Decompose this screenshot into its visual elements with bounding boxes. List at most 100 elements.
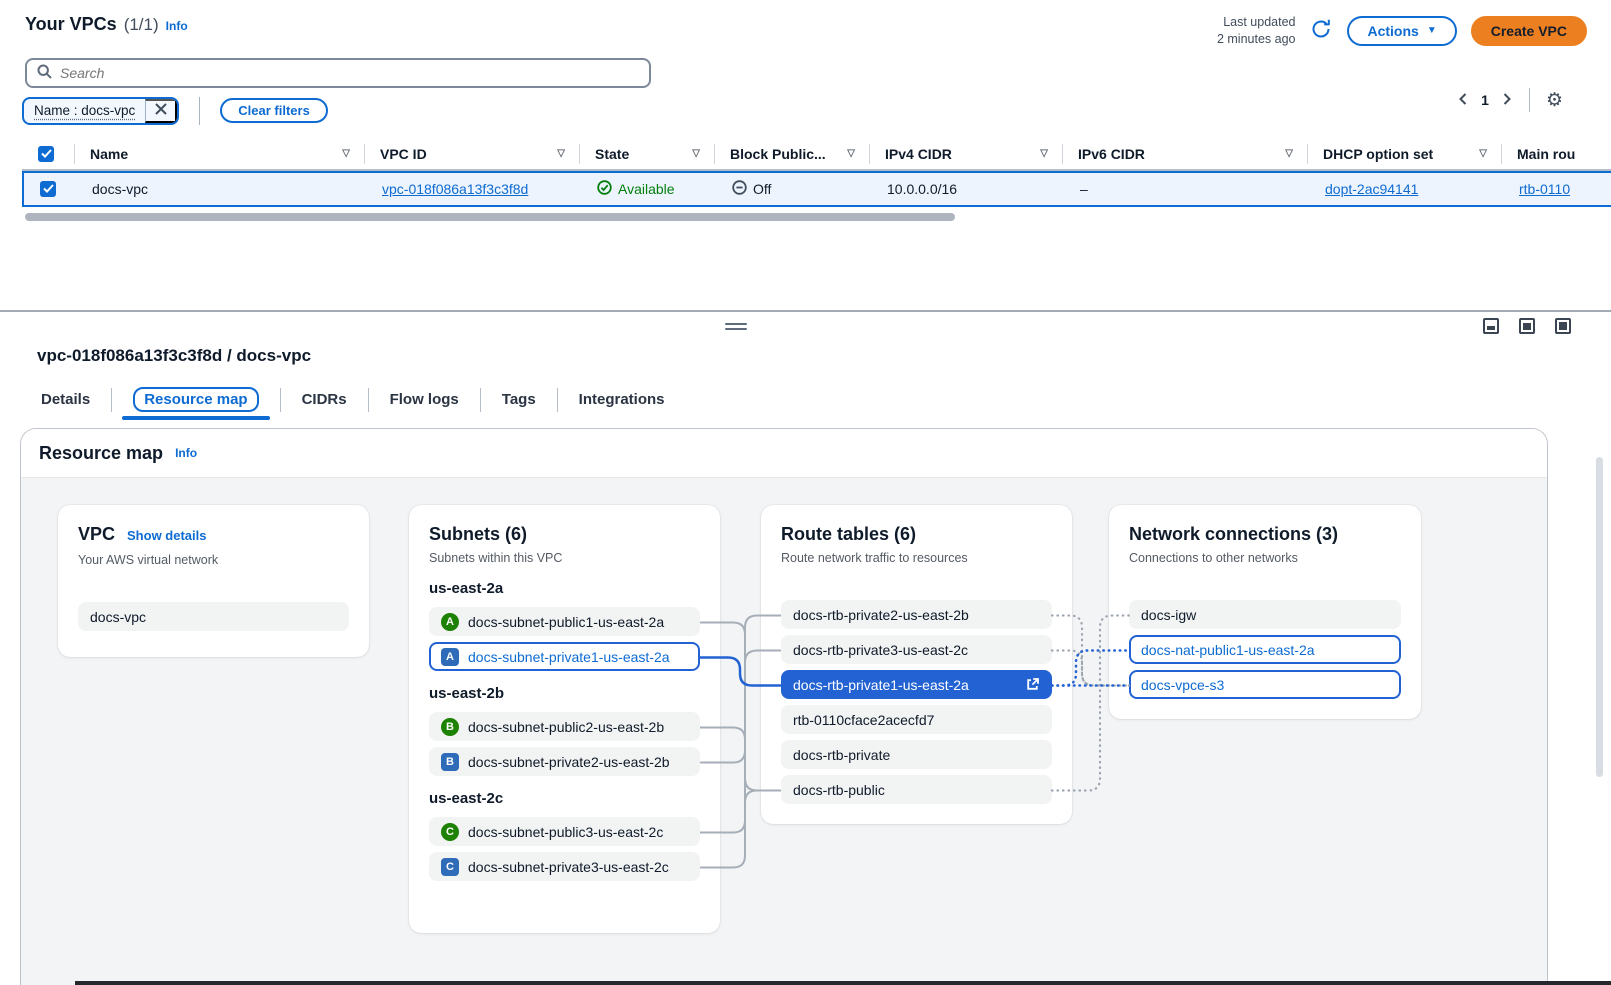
row-checkbox-cell[interactable]: [24, 173, 76, 205]
row-checkbox[interactable]: [40, 181, 56, 197]
subnet-item[interactable]: C docs-subnet-private3-us-east-2c: [429, 852, 700, 881]
tab-bar: Details Resource map CIDRs Flow logs Tag…: [37, 388, 1611, 420]
panel-fullscreen-icon[interactable]: [1555, 318, 1571, 334]
refresh-button[interactable]: [1309, 17, 1333, 44]
clear-filters-button[interactable]: Clear filters: [220, 98, 328, 123]
dhcp-option-set-link[interactable]: dopt-2ac94141: [1325, 181, 1418, 197]
route-table-item[interactable]: docs-rtb-public: [781, 775, 1052, 804]
info-link[interactable]: Info: [166, 19, 188, 33]
route-tables-card-subtitle: Route network traffic to resources: [781, 551, 1052, 566]
az-badge: C: [441, 823, 459, 841]
resource-count: (1/1): [124, 15, 159, 35]
az-badge: C: [441, 858, 459, 876]
table-row[interactable]: docs-vpc vpc-018f086a13f3c3f8d Available…: [22, 171, 1611, 207]
cell-ipv6-cidr: –: [1064, 173, 1309, 205]
search-input[interactable]: [60, 65, 639, 81]
toolbar-divider: [199, 97, 200, 125]
subnet-item[interactable]: B docs-subnet-public2-us-east-2b: [429, 712, 700, 741]
select-all-checkbox-cell[interactable]: [22, 139, 74, 169]
column-header-name[interactable]: Name▽: [74, 139, 364, 169]
az-heading: us-east-2c: [429, 790, 700, 807]
tab-cidrs[interactable]: CIDRs: [298, 391, 351, 420]
list-header: Your VPCs (1/1) Info Last updated 2 minu…: [0, 0, 1611, 48]
column-header-dhcp[interactable]: DHCP option set▽: [1307, 139, 1501, 169]
resource-map-card: Resource map Info VPC Show details Your …: [20, 428, 1548, 985]
vpc-table: Name▽ VPC ID▽ State▽ Block Public...▽ IP…: [22, 139, 1611, 207]
sort-icon: ▽: [342, 148, 350, 159]
column-header-block-public[interactable]: Block Public...▽: [714, 139, 869, 169]
route-table-item[interactable]: docs-rtb-private3-us-east-2c: [781, 635, 1052, 664]
remove-filter-button[interactable]: [145, 99, 177, 123]
route-table-item-selected[interactable]: docs-rtb-private1-us-east-2a: [781, 670, 1052, 699]
route-table-item[interactable]: docs-rtb-private: [781, 740, 1052, 769]
vpc-id-link[interactable]: vpc-018f086a13f3c3f8d: [382, 181, 528, 197]
tab-flow-logs[interactable]: Flow logs: [386, 391, 463, 420]
chevron-right-icon: [1501, 92, 1513, 109]
column-header-main-route[interactable]: Main rou: [1501, 139, 1611, 169]
az-badge: B: [441, 718, 459, 736]
network-item-linked[interactable]: docs-vpce-s3: [1129, 670, 1401, 699]
tab-details[interactable]: Details: [37, 391, 94, 420]
sort-icon: ▽: [1479, 148, 1487, 159]
route-tables-card-title: Route tables (6): [781, 523, 916, 545]
subnet-item-selected[interactable]: A docs-subnet-private1-us-east-2a: [429, 642, 700, 671]
external-link-icon[interactable]: [1025, 677, 1040, 692]
next-page-button[interactable]: [1501, 92, 1513, 109]
panel-vertical-scrollbar[interactable]: [1596, 457, 1603, 777]
previous-page-button[interactable]: [1457, 92, 1469, 109]
route-table-item[interactable]: docs-rtb-private2-us-east-2b: [781, 600, 1052, 629]
az-badge: A: [441, 648, 459, 666]
block-off-icon: [732, 180, 747, 198]
subnet-item[interactable]: C docs-subnet-public3-us-east-2c: [429, 817, 700, 846]
table-header-row: Name▽ VPC ID▽ State▽ Block Public...▽ IP…: [22, 139, 1611, 171]
filter-token-label[interactable]: Name : docs-vpc: [24, 103, 145, 118]
network-item-linked[interactable]: docs-nat-public1-us-east-2a: [1129, 635, 1401, 664]
cell-block-public: Off: [716, 173, 871, 205]
network-card-title: Network connections (3): [1129, 523, 1338, 545]
sort-icon: ▽: [557, 148, 565, 159]
main-route-table-link[interactable]: rtb-0110: [1519, 181, 1570, 197]
network-card-subtitle: Connections to other networks: [1129, 551, 1401, 566]
chevron-left-icon: [1457, 92, 1469, 109]
route-table-item[interactable]: rtb-0110cface2acecfd7: [781, 705, 1052, 734]
resource-map-info-link[interactable]: Info: [175, 446, 197, 460]
vpc-card-title: VPC: [78, 523, 115, 545]
tab-tags[interactable]: Tags: [498, 391, 540, 420]
column-header-ipv6-cidr[interactable]: IPv6 CIDR▽: [1062, 139, 1307, 169]
vpc-item[interactable]: docs-vpc: [78, 602, 349, 631]
filter-token[interactable]: Name : docs-vpc: [22, 97, 179, 125]
vpc-card-subtitle: Your AWS virtual network: [78, 553, 349, 568]
status-available-icon: [597, 180, 612, 198]
cell-state: Available: [581, 173, 716, 205]
column-header-vpc-id[interactable]: VPC ID▽: [364, 139, 579, 169]
column-header-state[interactable]: State▽: [579, 139, 714, 169]
column-header-ipv4-cidr[interactable]: IPv4 CIDR▽: [869, 139, 1062, 169]
panel-title: vpc-018f086a13f3c3f8d / docs-vpc: [0, 312, 1611, 366]
tab-resource-map[interactable]: Resource map: [129, 391, 262, 420]
cell-name: docs-vpc: [76, 173, 366, 205]
sort-icon: ▽: [847, 148, 855, 159]
az-badge: A: [441, 613, 459, 631]
create-vpc-button[interactable]: Create VPC: [1471, 16, 1587, 46]
panel-position-side-icon[interactable]: [1519, 318, 1535, 334]
panel-controls: [1483, 318, 1571, 334]
resource-map-body: VPC Show details Your AWS virtual networ…: [21, 477, 1547, 985]
sort-icon: ▽: [1285, 148, 1293, 159]
gear-icon: ⚙: [1546, 91, 1563, 110]
show-details-link[interactable]: Show details: [127, 525, 206, 547]
subnet-item[interactable]: B docs-subnet-private2-us-east-2b: [429, 747, 700, 776]
subnets-card-title: Subnets (6): [429, 523, 527, 545]
drag-handle-icon[interactable]: [725, 320, 747, 333]
select-all-checkbox[interactable]: [38, 146, 54, 162]
last-updated: Last updated 2 minutes ago: [1217, 14, 1296, 48]
current-page[interactable]: 1: [1475, 92, 1495, 108]
scrollbar-thumb[interactable]: [25, 213, 955, 221]
window-edge: [75, 981, 1611, 985]
preferences-button[interactable]: ⚙: [1546, 91, 1563, 110]
network-item[interactable]: docs-igw: [1129, 600, 1401, 629]
subnet-item[interactable]: A docs-subnet-public1-us-east-2a: [429, 607, 700, 636]
panel-position-bottom-icon[interactable]: [1483, 318, 1499, 334]
tab-integrations[interactable]: Integrations: [575, 391, 669, 420]
pagination: 1 ⚙: [1457, 88, 1563, 112]
actions-button[interactable]: Actions ▼: [1347, 16, 1456, 46]
